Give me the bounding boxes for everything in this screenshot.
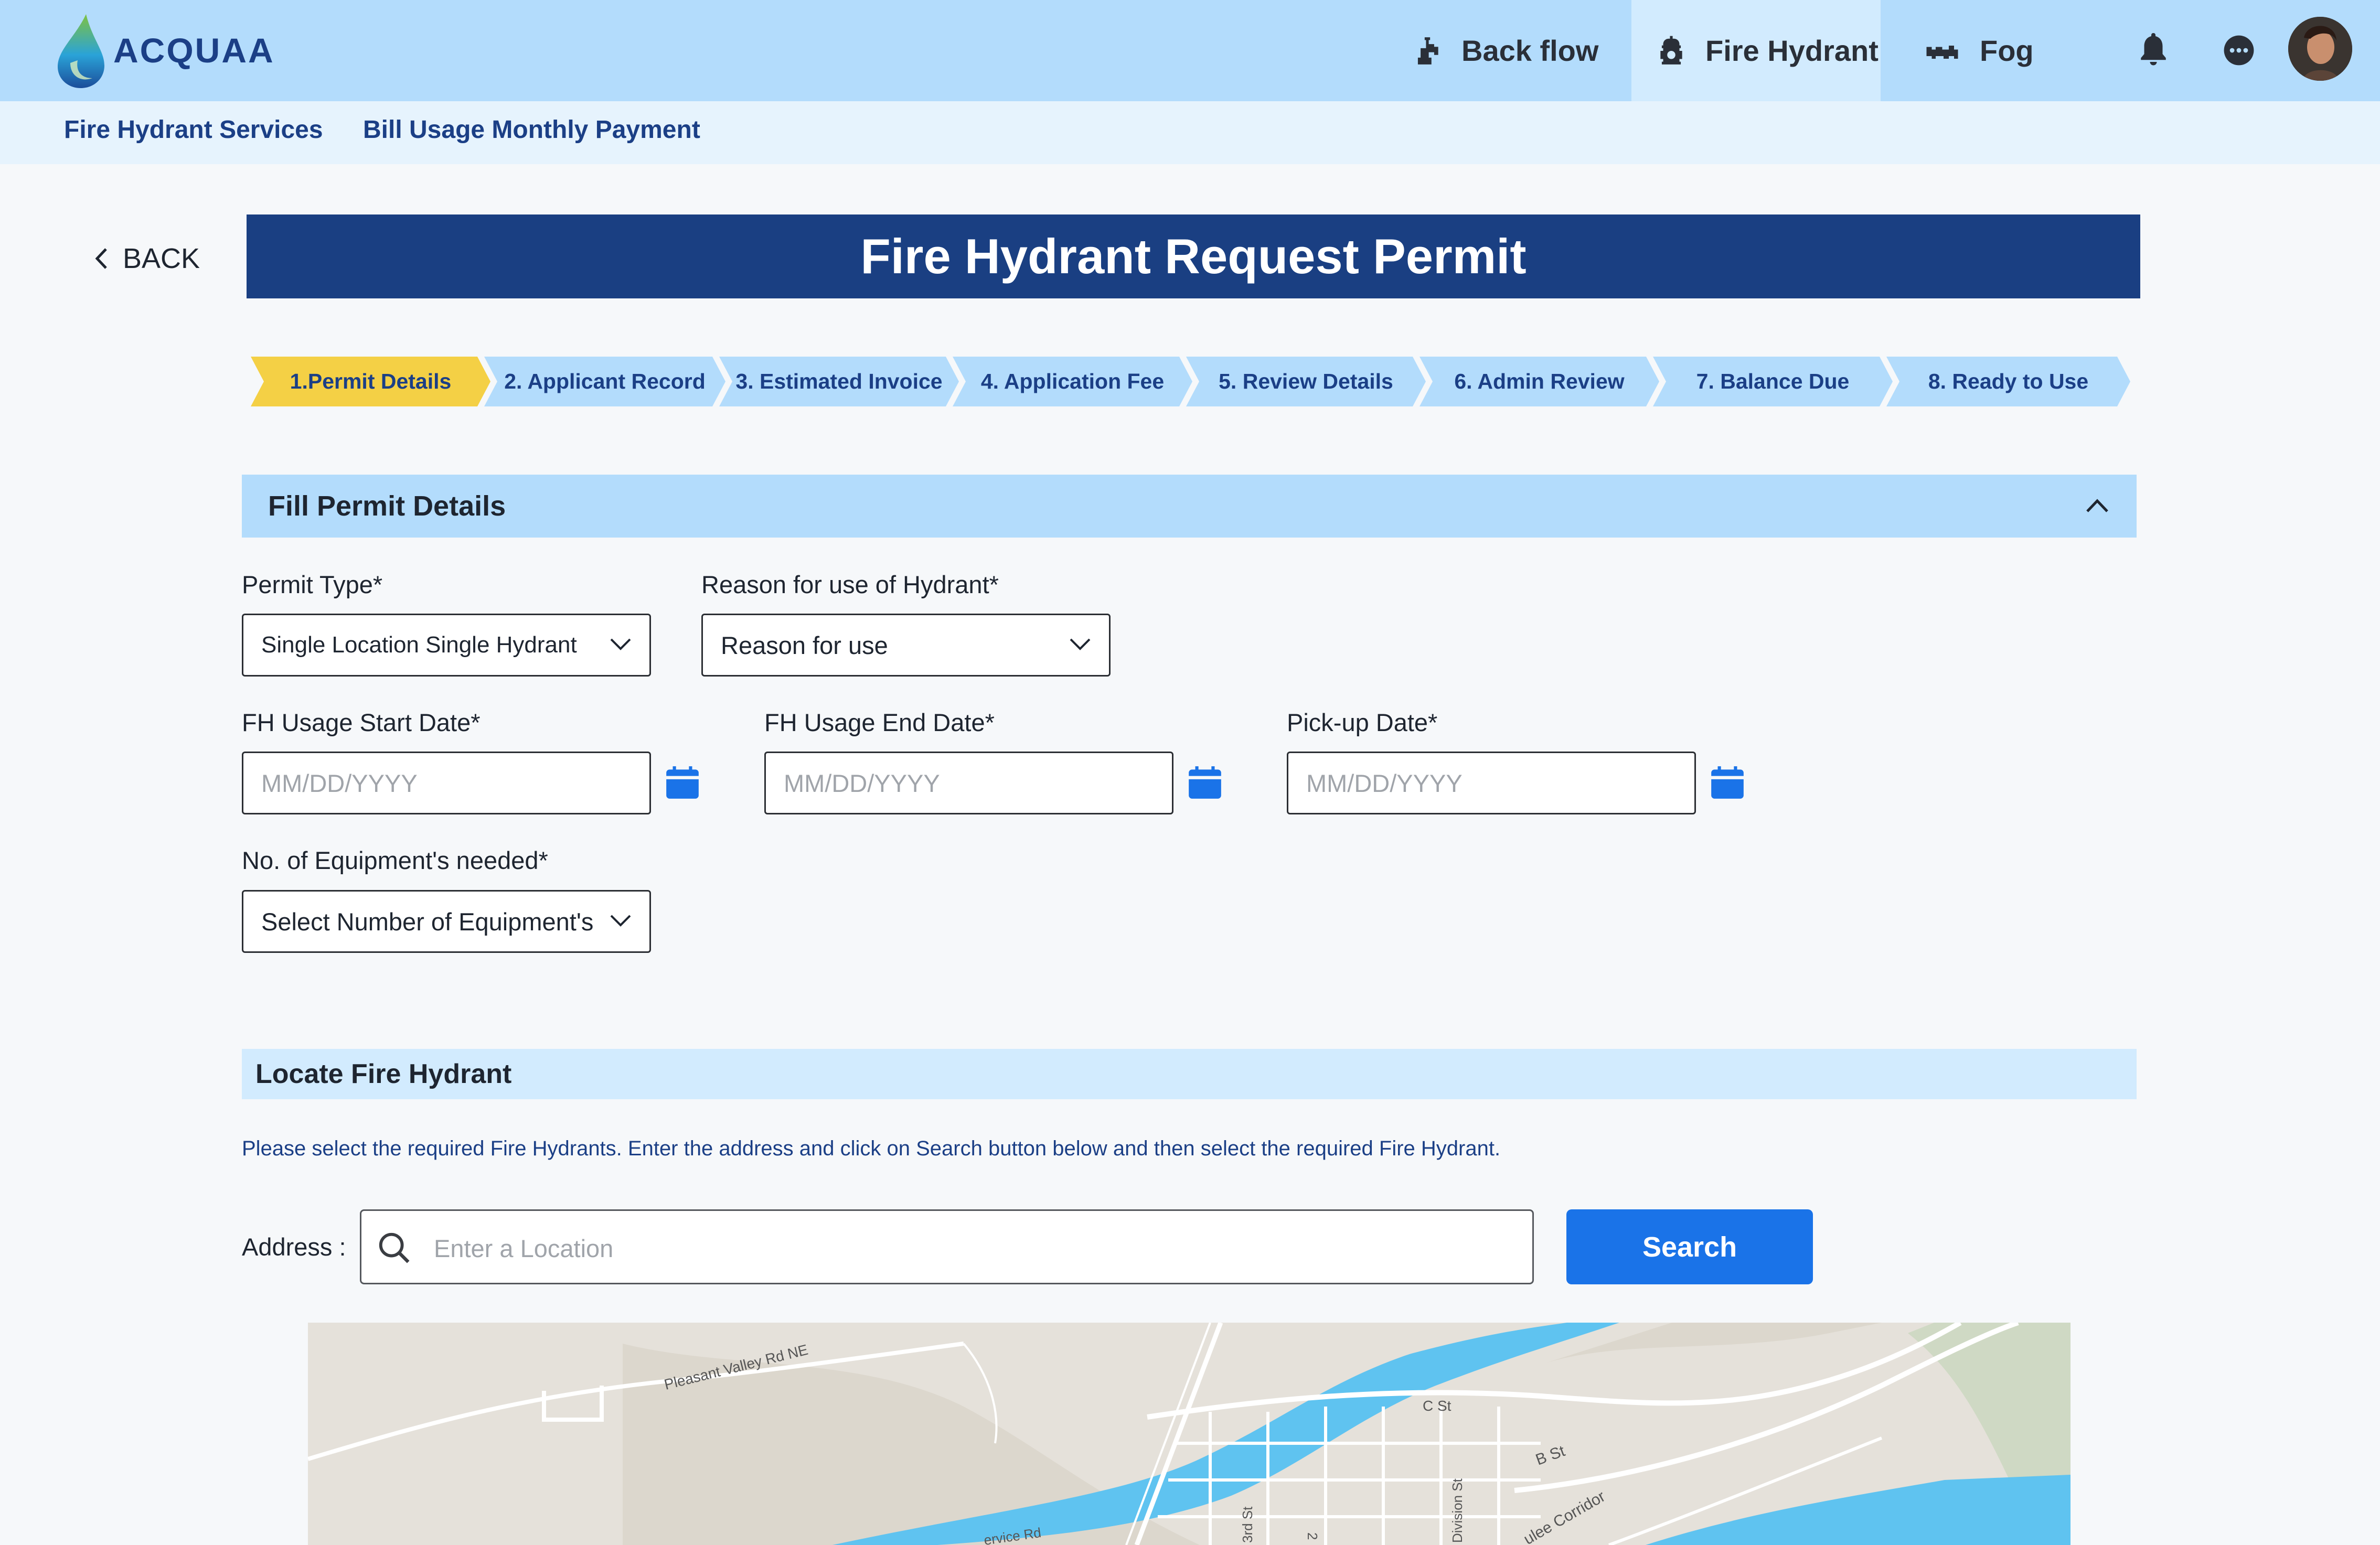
nav-fire-hydrant[interactable]: Fire Hydrant bbox=[1631, 0, 1881, 101]
map-label-b-st: B St bbox=[1533, 1442, 1567, 1469]
back-label: BACK bbox=[123, 243, 200, 274]
equipment-select[interactable]: Select Number of Equipment's bbox=[242, 890, 651, 953]
bell-icon[interactable] bbox=[2138, 30, 2169, 67]
chevron-down-icon bbox=[1070, 638, 1091, 650]
map-label-c-st: C St bbox=[1423, 1398, 1452, 1414]
permit-type-label: Permit Type* bbox=[242, 571, 383, 598]
map-label-2: 2 bbox=[1305, 1532, 1320, 1540]
equipment-label: No. of Equipment's needed* bbox=[242, 846, 548, 874]
end-date-placeholder: MM/DD/YYYY bbox=[784, 769, 940, 797]
pickup-date-label: Pick-up Date* bbox=[1287, 709, 1438, 736]
start-date-placeholder: MM/DD/YYYY bbox=[261, 769, 418, 797]
start-date-input[interactable]: MM/DD/YYYY bbox=[242, 752, 651, 814]
search-button[interactable]: Search bbox=[1566, 1209, 1813, 1284]
chevron-down-icon bbox=[610, 915, 631, 927]
equipment-value: Select Number of Equipment's bbox=[261, 907, 594, 936]
acquaa-logo-icon bbox=[58, 14, 104, 88]
fire-hydrant-icon bbox=[1660, 36, 1682, 65]
start-date-label: FH Usage Start Date* bbox=[242, 709, 481, 736]
calendar-icon[interactable] bbox=[663, 763, 702, 802]
backflow-icon bbox=[1417, 37, 1438, 65]
hydrant-map[interactable]: Pleasant Valley Rd NE C St B St Division… bbox=[308, 1323, 2071, 1545]
locate-hydrant-section-header: Locate Fire Hydrant bbox=[242, 1049, 2137, 1099]
avatar-image-icon bbox=[2288, 17, 2352, 81]
brand-name: ACQUAA bbox=[113, 31, 275, 70]
nav-fire-hydrant-label: Fire Hydrant bbox=[1705, 34, 1879, 67]
top-navbar: ACQUAA Back flow Fire Hydrant Fog bbox=[0, 0, 2380, 101]
end-date-input[interactable]: MM/DD/YYYY bbox=[764, 752, 1173, 814]
step-progress: 1.Permit Details 2. Applicant Record 3. … bbox=[251, 357, 2130, 406]
user-avatar[interactable] bbox=[2288, 17, 2352, 81]
subnav-bill-usage-monthly-payment[interactable]: Bill Usage Monthly Payment bbox=[363, 115, 700, 144]
step-ready-to-use[interactable]: 8. Ready to Use bbox=[1886, 357, 2130, 406]
step-admin-review[interactable]: 6. Admin Review bbox=[1420, 357, 1659, 406]
pickup-date-input[interactable]: MM/DD/YYYY bbox=[1287, 752, 1696, 814]
step-balance-due[interactable]: 7. Balance Due bbox=[1653, 357, 1893, 406]
search-icon bbox=[379, 1232, 410, 1263]
chevron-down-icon bbox=[610, 638, 631, 650]
nav-fog-label: Fog bbox=[1980, 34, 2034, 67]
end-date-label: FH Usage End Date* bbox=[764, 709, 995, 736]
nav-back-flow[interactable]: Back flow bbox=[1411, 0, 1631, 101]
sub-navbar: Fire Hydrant Services Bill Usage Monthly… bbox=[0, 101, 2380, 164]
subnav-fire-hydrant-services[interactable]: Fire Hydrant Services bbox=[64, 115, 323, 144]
map-label-division-st: Division St bbox=[1449, 1478, 1465, 1543]
chevron-up-icon[interactable] bbox=[2085, 498, 2109, 513]
chevron-left-icon bbox=[95, 248, 107, 269]
step-applicant-record[interactable]: 2. Applicant Record bbox=[484, 357, 725, 406]
map-label-3rd-st: 3rd St bbox=[1240, 1506, 1255, 1543]
reason-select[interactable]: Reason for use bbox=[701, 614, 1111, 677]
permit-type-value: Single Location Single Hydrant bbox=[261, 632, 577, 658]
permit-details-section-header[interactable]: Fill Permit Details bbox=[242, 475, 2137, 538]
permit-details-title: Fill Permit Details bbox=[268, 490, 506, 522]
calendar-icon[interactable] bbox=[1708, 763, 1747, 802]
back-button[interactable]: BACK bbox=[94, 242, 200, 275]
pickup-date-placeholder: MM/DD/YYYY bbox=[1306, 769, 1463, 797]
address-placeholder: Enter a Location bbox=[434, 1235, 614, 1262]
page-title: Fire Hydrant Request Permit bbox=[247, 214, 2140, 298]
step-permit-details[interactable]: 1.Permit Details bbox=[251, 357, 490, 406]
step-estimated-invoice[interactable]: 3. Estimated Invoice bbox=[719, 357, 959, 406]
locate-instructions: Please select the required Fire Hydrants… bbox=[242, 1137, 1501, 1160]
permit-type-select[interactable]: Single Location Single Hydrant bbox=[242, 614, 651, 677]
nav-fog[interactable]: Fog bbox=[1881, 0, 2048, 101]
reason-value: Reason for use bbox=[721, 631, 888, 659]
address-input[interactable]: Enter a Location bbox=[360, 1209, 1534, 1284]
address-label: Address : bbox=[242, 1233, 346, 1261]
step-review-details[interactable]: 5. Review Details bbox=[1186, 357, 1426, 406]
more-icon[interactable] bbox=[2223, 34, 2255, 67]
fog-icon bbox=[1926, 45, 1958, 59]
step-application-fee[interactable]: 4. Application Fee bbox=[953, 357, 1192, 406]
map-canvas: Pleasant Valley Rd NE C St B St Division… bbox=[308, 1323, 2071, 1545]
nav-back-flow-label: Back flow bbox=[1461, 34, 1599, 67]
reason-label: Reason for use of Hydrant* bbox=[701, 571, 999, 598]
calendar-icon[interactable] bbox=[1186, 763, 1224, 802]
